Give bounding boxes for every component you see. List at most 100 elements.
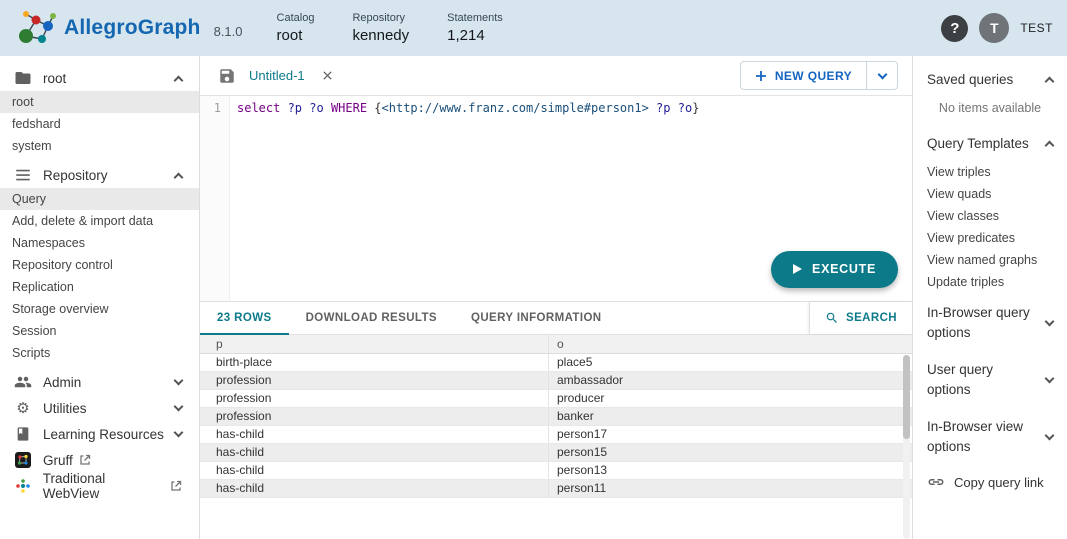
- template-update-triples[interactable]: Update triples: [913, 271, 1067, 293]
- section-saved-queries[interactable]: Saved queries: [913, 60, 1067, 98]
- sidebar-section-catalog-root[interactable]: root: [0, 65, 199, 91]
- sidebar-item-system[interactable]: system: [0, 135, 199, 157]
- app-name: AllegroGraph: [64, 16, 201, 40]
- search-icon: [825, 311, 839, 325]
- help-icon[interactable]: ?: [941, 15, 968, 42]
- sidebar-item-namespaces[interactable]: Namespaces: [0, 232, 199, 254]
- body-row: root root fedshard system Repository Que…: [0, 56, 1067, 539]
- query-tab-bar: Untitled-1 NEW QUERY: [200, 56, 912, 96]
- table-row[interactable]: profession producer: [200, 390, 912, 408]
- query-editor[interactable]: 1 select ?p ?o WHERE {<http://www.franz.…: [200, 96, 912, 301]
- template-view-named-graphs[interactable]: View named graphs: [913, 249, 1067, 271]
- new-query-button[interactable]: NEW QUERY: [740, 61, 866, 90]
- sidebar-item-scripts[interactable]: Scripts: [0, 342, 199, 364]
- sparql-brace: {: [367, 101, 381, 115]
- saved-queries-empty-state: No items available: [913, 98, 1067, 124]
- cell-o: person17: [548, 426, 900, 443]
- template-view-triples[interactable]: View triples: [913, 161, 1067, 183]
- table-row[interactable]: has-child person17: [200, 426, 912, 444]
- table-row[interactable]: has-child person11: [200, 480, 912, 498]
- sidebar-section-utilities[interactable]: ⚙ Utilities: [0, 395, 199, 421]
- cell-p: has-child: [200, 462, 548, 479]
- repository-label: Repository: [352, 12, 409, 24]
- gruff-icon: [14, 452, 32, 468]
- top-header: AllegroGraph 8.1.0 Catalog root Reposito…: [0, 0, 1067, 56]
- sparql-brace: }: [692, 101, 699, 115]
- sparql-uri: <http://www.franz.com/simple#person1>: [382, 101, 649, 115]
- chevron-up-icon: [1045, 77, 1055, 87]
- sidebar-section-learning-resources[interactable]: Learning Resources: [0, 421, 199, 447]
- close-tab-icon[interactable]: [322, 70, 333, 81]
- allegrograph-app: AllegroGraph 8.1.0 Catalog root Reposito…: [0, 0, 1067, 539]
- template-view-quads[interactable]: View quads: [913, 183, 1067, 205]
- sidebar-section-repository[interactable]: Repository: [0, 162, 199, 188]
- sidebar-link-gruff[interactable]: Gruff: [0, 447, 199, 473]
- table-row[interactable]: has-child person15: [200, 444, 912, 462]
- new-query-label: NEW QUERY: [775, 69, 852, 83]
- cell-p: birth-place: [200, 354, 548, 371]
- column-header-p[interactable]: p: [200, 335, 548, 353]
- section-label: Saved queries: [927, 70, 1046, 90]
- copy-query-link-label: Copy query link: [954, 475, 1044, 490]
- sidebar-link-traditional-webview[interactable]: Traditional WebView: [0, 473, 199, 499]
- statements-label: Statements: [447, 12, 503, 24]
- chevron-down-icon: [174, 376, 184, 386]
- main-content: Untitled-1 NEW QUERY 1 select ?p ?o WHER: [200, 56, 912, 539]
- tab-rows-count[interactable]: 23 ROWS: [200, 302, 289, 334]
- column-header-o[interactable]: o: [548, 335, 900, 353]
- sidebar-item-repository-control[interactable]: Repository control: [0, 254, 199, 276]
- copy-query-link-button[interactable]: Copy query link: [913, 465, 1067, 500]
- chevron-up-icon: [174, 172, 184, 182]
- sparql-keyword: select: [237, 101, 280, 115]
- template-view-classes[interactable]: View classes: [913, 205, 1067, 227]
- table-row[interactable]: profession banker: [200, 408, 912, 426]
- chevron-up-icon: [174, 75, 184, 85]
- save-icon[interactable]: [218, 67, 236, 85]
- sidebar-item-storage-overview[interactable]: Storage overview: [0, 298, 199, 320]
- chevron-down-icon: [174, 402, 184, 412]
- sparql-keyword: WHERE: [331, 101, 367, 115]
- book-icon: [14, 426, 32, 442]
- results-tab-bar: 23 ROWS DOWNLOAD RESULTS QUERY INFORMATI…: [200, 301, 912, 335]
- webview-icon: [14, 478, 32, 494]
- repository-value: kennedy: [352, 27, 409, 44]
- external-link-icon: [170, 480, 182, 492]
- section-in-browser-view-options[interactable]: In-Browser view options: [913, 407, 1067, 464]
- cell-p: profession: [200, 372, 548, 389]
- tab-download-results[interactable]: DOWNLOAD RESULTS: [289, 302, 454, 334]
- section-query-templates[interactable]: Query Templates: [913, 124, 1067, 162]
- table-row[interactable]: birth-place place5: [200, 354, 912, 372]
- table-row[interactable]: profession ambassador: [200, 372, 912, 390]
- sidebar-item-replication[interactable]: Replication: [0, 276, 199, 298]
- template-view-predicates[interactable]: View predicates: [913, 227, 1067, 249]
- people-icon: [14, 373, 32, 391]
- tab-untitled-1[interactable]: Untitled-1: [249, 68, 305, 83]
- sidebar-section-label: Learning Resources: [43, 427, 164, 442]
- sidebar-item-root[interactable]: root: [0, 91, 199, 113]
- sidebar-item-session[interactable]: Session: [0, 320, 199, 342]
- section-in-browser-query-options[interactable]: In-Browser query options: [913, 293, 1067, 350]
- sidebar-item-fedshard[interactable]: fedshard: [0, 113, 199, 135]
- sidebar-section-label: Repository: [43, 168, 108, 183]
- tab-query-information[interactable]: QUERY INFORMATION: [454, 302, 619, 334]
- search-button[interactable]: SEARCH: [809, 302, 912, 334]
- chevron-up-icon: [1045, 140, 1055, 150]
- section-user-query-options[interactable]: User query options: [913, 350, 1067, 407]
- table-row[interactable]: has-child person13: [200, 462, 912, 480]
- table-scrollbar[interactable]: [903, 355, 910, 539]
- user-avatar[interactable]: T: [979, 13, 1009, 43]
- cell-p: has-child: [200, 426, 548, 443]
- cell-p: has-child: [200, 444, 548, 461]
- scrollbar-thumb[interactable]: [903, 355, 910, 440]
- header-right-cluster: ? T TEST: [941, 13, 1053, 43]
- sidebar-section-admin[interactable]: Admin: [0, 369, 199, 395]
- execute-button[interactable]: EXECUTE: [771, 251, 898, 288]
- sidebar-item-query[interactable]: Query: [0, 188, 199, 210]
- plus-icon: [755, 70, 767, 82]
- query-code-line[interactable]: select ?p ?o WHERE {<http://www.franz.co…: [230, 96, 699, 301]
- sparql-variables: ?p ?o: [649, 101, 692, 115]
- new-query-split-button: NEW QUERY: [740, 61, 898, 90]
- new-query-dropdown-button[interactable]: [866, 61, 898, 90]
- execute-label: EXECUTE: [812, 262, 876, 276]
- sidebar-item-add-delete-import[interactable]: Add, delete & import data: [0, 210, 199, 232]
